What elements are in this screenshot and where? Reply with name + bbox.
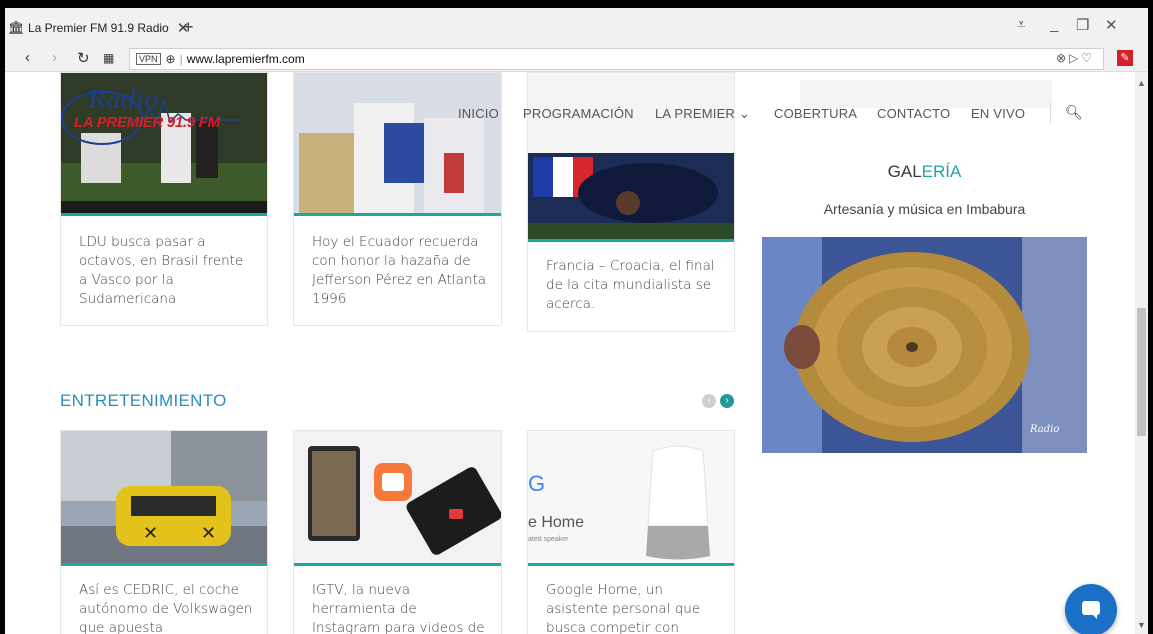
- web-page: LDU busca pasar a octavos, en Brasil fre…: [5, 72, 1135, 634]
- globe-icon: ⊕: [165, 52, 176, 66]
- logo-text-radio: Radio: [88, 86, 159, 114]
- news-card[interactable]: IGTV, la nueva herramienta de Instagram …: [293, 430, 502, 634]
- section-title[interactable]: ENTRETENIMIENTO: [60, 391, 227, 411]
- straw-hat-image: Radio: [762, 237, 1087, 453]
- scrollbar-thumb[interactable]: [1137, 308, 1146, 436]
- chat-bubble-icon: [1082, 601, 1100, 619]
- reload-icon[interactable]: ↻: [77, 49, 90, 67]
- news-card-image[interactable]: ✕ ✕: [61, 431, 267, 563]
- card-accent-bar: [528, 563, 734, 566]
- autonomous-car-image: ✕ ✕: [61, 431, 267, 563]
- svg-text:G: G: [528, 471, 545, 496]
- logo-text-station: LA PREMIER 91.9 FM: [74, 114, 220, 131]
- menu-item-en-vivo[interactable]: EN VIVO: [971, 106, 1025, 121]
- news-card-title[interactable]: LDU busca pasar a octavos, en Brasil fre…: [79, 233, 255, 309]
- back-icon[interactable]: ‹: [25, 49, 30, 66]
- close-window-icon[interactable]: ✕: [1105, 16, 1118, 34]
- menu-item-cobertura[interactable]: COBERTURA: [774, 106, 857, 121]
- svg-text:e Home: e Home: [528, 514, 584, 531]
- forward-icon[interactable]: ›: [52, 49, 57, 66]
- news-card-title[interactable]: Francia – Croacia, el final de la cita m…: [546, 257, 722, 314]
- speed-dial-icon[interactable]: ▦: [103, 51, 114, 65]
- news-card-title[interactable]: Hoy el Ecuador recuerda con honor la haz…: [312, 233, 489, 309]
- page-scrollbar[interactable]: ▲ ▼: [1135, 72, 1148, 634]
- svg-text:✕: ✕: [143, 523, 158, 543]
- navigation-bar: ‹ › ↻ ▦ VPN ⊕ | www.lapremierfm.com ⊗▷♡ …: [5, 46, 1148, 72]
- minimize-icon[interactable]: _: [1050, 16, 1058, 33]
- menu-item-programacion[interactable]: PROGRAMACIÓN: [523, 106, 634, 121]
- new-tab-icon[interactable]: +: [183, 17, 194, 38]
- url-separator: |: [179, 52, 183, 66]
- scroll-down-icon[interactable]: ▼: [1137, 620, 1146, 630]
- gallery-title: GALERÍA: [762, 162, 1087, 182]
- gallery-title-part-2: ERÍA: [921, 162, 962, 181]
- news-card-image[interactable]: G e Home ated speaker: [528, 431, 734, 563]
- restore-icon[interactable]: ❐: [1076, 16, 1089, 34]
- card-accent-bar: [528, 239, 734, 242]
- svg-text:✕: ✕: [201, 523, 216, 543]
- card-accent-bar: [61, 213, 267, 216]
- news-card-title[interactable]: Así es CEDRIC, el coche autónomo de Volk…: [79, 581, 255, 634]
- google-home-image: G e Home ated speaker: [528, 431, 734, 563]
- scroll-up-icon[interactable]: ▲: [1137, 78, 1146, 88]
- menu-divider: [1050, 102, 1051, 124]
- chat-button[interactable]: [1065, 584, 1117, 634]
- news-card[interactable]: ✕ ✕ Así es CEDRIC, el coche autónomo de …: [60, 430, 268, 634]
- svg-text:Radio: Radio: [1029, 424, 1059, 435]
- browser-window: 🏛 La Premier FM 91.9 Radio ✕ + ⩡ _ ❐ ✕ ‹…: [5, 8, 1148, 634]
- extension-icon[interactable]: ✎: [1117, 50, 1133, 66]
- site-logo[interactable]: Radio LA PREMIER 91.9 FM: [60, 80, 240, 148]
- carousel-prev-icon[interactable]: ‹: [702, 394, 716, 408]
- card-accent-bar: [294, 213, 501, 216]
- news-card-title[interactable]: IGTV, la nueva herramienta de Instagram …: [312, 581, 489, 634]
- carousel-next-icon[interactable]: ›: [720, 394, 734, 408]
- browser-tab[interactable]: 🏛 La Premier FM 91.9 Radio ✕: [8, 17, 189, 39]
- igtv-phone-image: [294, 431, 501, 563]
- news-card[interactable]: G e Home ated speaker Google Home, un as…: [527, 430, 735, 634]
- gallery-subtitle: Artesanía y música en Imbabura: [823, 201, 1026, 217]
- svg-text:ated speaker: ated speaker: [528, 536, 569, 543]
- tab-bar: 🏛 La Premier FM 91.9 Radio ✕ + ⩡ _ ❐ ✕: [5, 8, 1148, 46]
- gallery-title-part-1: GAL: [887, 162, 922, 181]
- search-icon[interactable]: 🔍︎: [1065, 104, 1083, 121]
- menu-item-inicio[interactable]: INICIO: [458, 106, 499, 121]
- news-card-image[interactable]: [294, 431, 501, 563]
- tab-title: La Premier FM 91.9 Radio: [28, 21, 169, 35]
- news-card-title[interactable]: Google Home, un asistente personal que b…: [546, 581, 722, 634]
- url-text[interactable]: www.lapremierfm.com: [187, 52, 305, 66]
- site-favicon-icon: 🏛: [8, 20, 25, 35]
- menu-item-contacto[interactable]: CONTACTO: [877, 106, 950, 121]
- vpn-badge[interactable]: VPN: [136, 53, 161, 65]
- card-accent-bar: [294, 563, 501, 566]
- card-accent-bar: [61, 563, 267, 566]
- gallery-image[interactable]: Radio: [762, 237, 1087, 453]
- tab-menu-icon[interactable]: ⩡: [1017, 16, 1025, 33]
- address-actions[interactable]: ⊗▷♡: [1056, 51, 1095, 65]
- menu-item-la-premier[interactable]: LA PREMIER ⌄: [655, 106, 750, 122]
- address-bar[interactable]: VPN ⊕ | www.lapremierfm.com ⊗▷♡: [129, 48, 1104, 70]
